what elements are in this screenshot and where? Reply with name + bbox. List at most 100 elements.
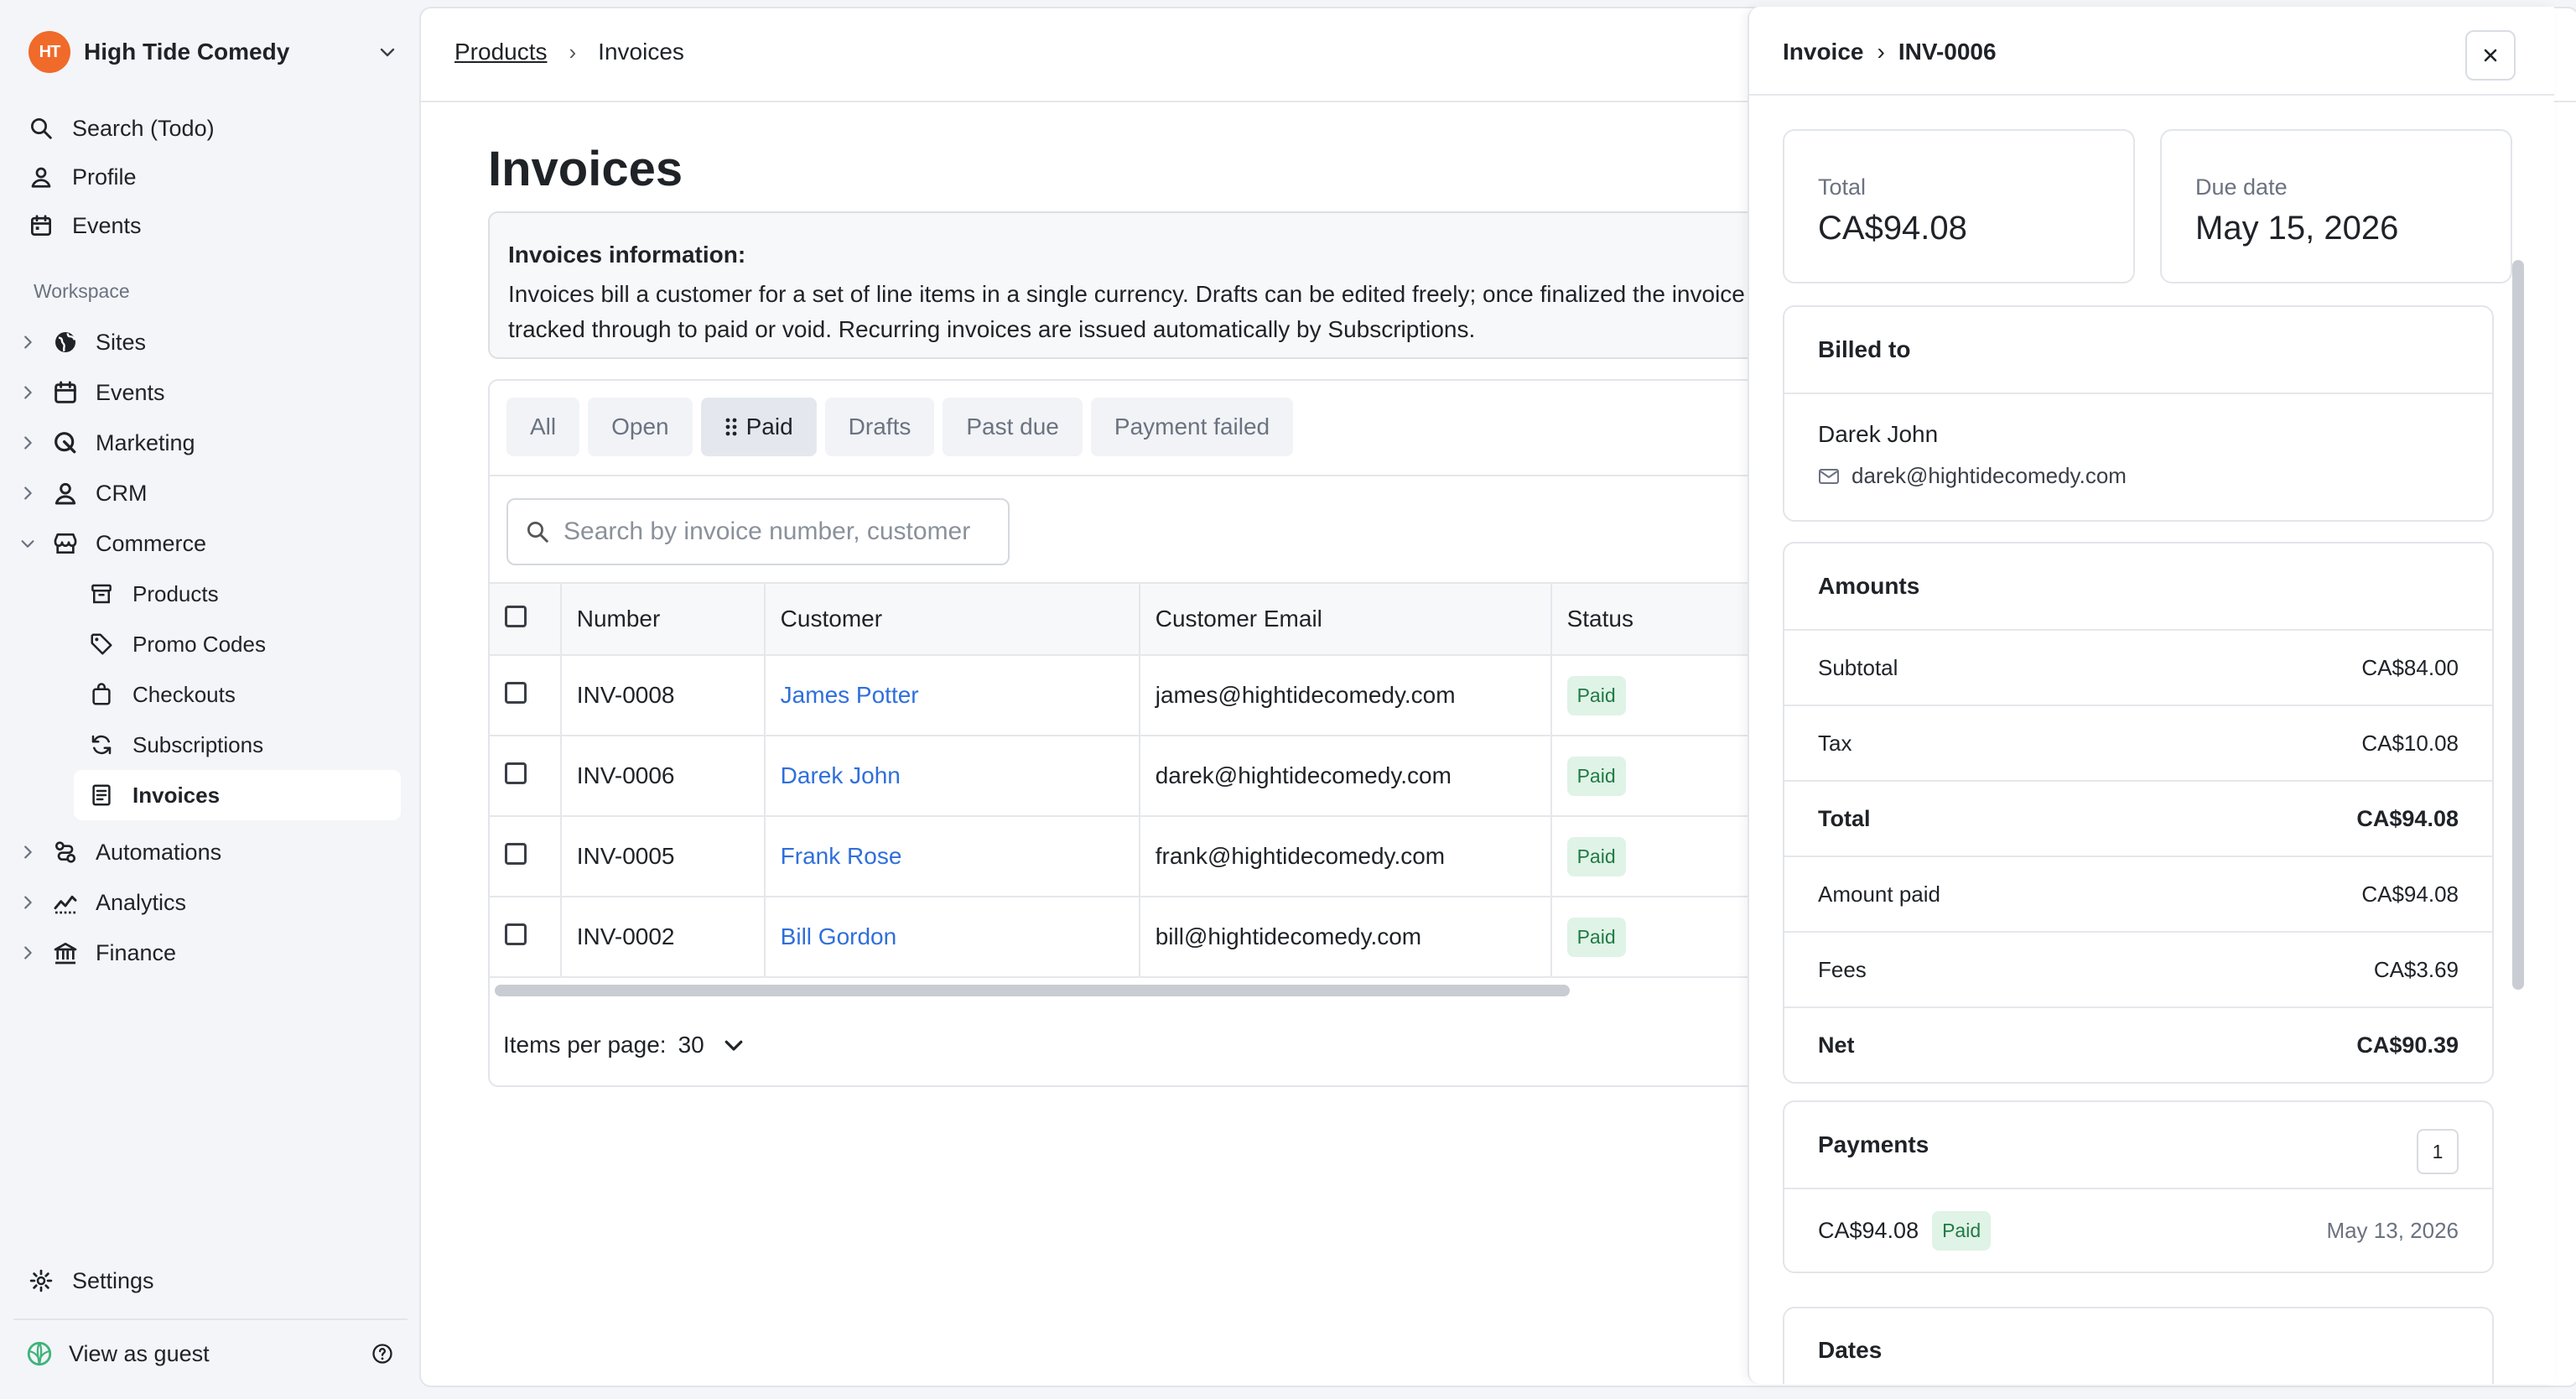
sidebar-item-events[interactable]: Events: [18, 367, 404, 418]
breadcrumb-separator: ›: [569, 39, 577, 65]
payments-count-badge: 1: [2417, 1129, 2459, 1174]
help-icon[interactable]: [371, 1342, 394, 1365]
row-select-cell: [490, 897, 562, 978]
guest-label: View as guest: [69, 1340, 210, 1366]
nav-events[interactable]: Events: [29, 201, 215, 250]
tab-drafts[interactable]: Drafts: [824, 398, 935, 456]
drawer-crumb-parent[interactable]: Invoice: [1783, 39, 1863, 65]
sidebar-item-promo-codes[interactable]: Promo Codes: [18, 619, 404, 669]
billed-email: darek@hightidecomedy.com: [1852, 463, 2127, 488]
col-customer-email[interactable]: Customer Email: [1139, 582, 1552, 656]
kpi-label: Total: [1818, 174, 1867, 200]
amount-row-amount-paid: Amount paid CA$94.08: [1784, 857, 2492, 933]
nav-search[interactable]: Search (Todo): [29, 104, 215, 153]
sidebar-item-crm[interactable]: CRM: [18, 468, 404, 518]
amount-value: CA$94.08: [2356, 805, 2459, 831]
sidebar-item-automations[interactable]: Automations: [18, 827, 404, 877]
due-date-kpi-card: Due date May 15, 2026: [2160, 129, 2512, 283]
items-per-page-control[interactable]: Items per page: 30: [503, 1032, 746, 1058]
table-row[interactable]: INV-0002 Bill Gordon bill@hightidecomedy…: [490, 897, 1831, 978]
cell-customer-link[interactable]: James Potter: [764, 655, 1140, 736]
mail-icon: [1819, 468, 1839, 484]
breadcrumb: Products › Invoices: [454, 39, 684, 65]
sidebar-item-sites[interactable]: Sites: [18, 317, 404, 367]
calendar-icon: [31, 215, 51, 236]
org-logo: HT: [29, 31, 70, 73]
org-switcher[interactable]: HT High Tide Comedy: [29, 29, 397, 75]
sidebar-item-checkouts[interactable]: Checkouts: [18, 669, 404, 720]
nav-profile[interactable]: Profile: [29, 153, 215, 201]
sidebar-item-marketing[interactable]: Marketing: [18, 418, 404, 468]
cell-customer-link[interactable]: Darek John: [764, 736, 1140, 817]
kpi-value: May 15, 2026: [2195, 210, 2399, 247]
chevron-right-icon[interactable]: [18, 893, 37, 912]
cell-email: bill@hightidecomedy.com: [1139, 897, 1552, 978]
breadcrumb-products-link[interactable]: Products: [454, 39, 548, 65]
nav-label: Events: [72, 212, 142, 238]
chevron-down-icon[interactable]: [721, 1032, 746, 1058]
drawer-vertical-scrollbar[interactable]: [2512, 260, 2524, 990]
cell-customer-link[interactable]: Bill Gordon: [764, 897, 1140, 978]
table-row[interactable]: INV-0006 Darek John darek@hightidecomedy…: [490, 736, 1831, 817]
payment-row[interactable]: CA$94.08 Paid May 13, 2026: [1784, 1189, 2492, 1272]
amount-row-subtotal: Subtotal CA$84.00: [1784, 631, 2492, 706]
row-checkbox[interactable]: [505, 681, 527, 704]
sidebar-item-label: Subscriptions: [132, 731, 264, 757]
drawer-header: Invoice › INV-0006: [1749, 7, 2554, 96]
amount-value: CA$3.69: [2373, 956, 2459, 982]
row-select-cell: [490, 655, 562, 736]
filter-divider: [490, 475, 1831, 476]
sidebar-item-label: Checkouts: [132, 681, 236, 707]
megaphone-icon: [55, 432, 76, 454]
payment-amount: CA$94.08: [1818, 1217, 1919, 1243]
col-number[interactable]: Number: [560, 582, 766, 656]
chevron-right-icon[interactable]: [18, 484, 37, 502]
sidebar-item-analytics[interactable]: Analytics: [18, 877, 404, 928]
workspace-section-label: Workspace: [34, 280, 130, 302]
view-as-guest-button[interactable]: View as guest: [25, 1330, 394, 1377]
tab-open[interactable]: Open: [588, 398, 693, 456]
info-callout: Invoices information: Invoices bill a cu…: [488, 211, 1833, 359]
sidebar-item-products[interactable]: Products: [18, 569, 404, 619]
sidebar-item-subscriptions[interactable]: Subscriptions: [18, 720, 404, 770]
chevron-right-icon[interactable]: [18, 434, 37, 452]
row-checkbox[interactable]: [505, 842, 527, 865]
select-all-checkbox[interactable]: [505, 605, 527, 627]
tab-paid[interactable]: Paid: [700, 398, 817, 456]
sidebar-item-settings[interactable]: Settings: [29, 1256, 154, 1305]
sidebar-item-finance[interactable]: Finance: [18, 928, 404, 978]
chevron-right-icon[interactable]: [18, 383, 37, 402]
row-checkbox[interactable]: [505, 762, 527, 784]
sidebar-item-label: Automations: [96, 839, 222, 865]
horizontal-scrollbar[interactable]: [495, 985, 1570, 996]
row-select-cell: [490, 816, 562, 897]
amount-value: CA$94.08: [2361, 881, 2459, 907]
cell-customer-link[interactable]: Frank Rose: [764, 816, 1140, 897]
tab-all[interactable]: All: [506, 398, 580, 456]
sidebar-item-commerce[interactable]: Commerce: [18, 518, 404, 569]
drag-handle-icon: [725, 418, 737, 436]
guest-globe-icon: [27, 1341, 52, 1366]
box-icon: [91, 584, 112, 604]
tab-payment-failed[interactable]: Payment failed: [1090, 398, 1294, 456]
chevron-down-icon[interactable]: [18, 534, 37, 553]
gear-icon: [29, 1269, 53, 1292]
col-customer[interactable]: Customer: [764, 582, 1140, 656]
chevron-right-icon[interactable]: [18, 333, 37, 351]
drawer-breadcrumb: Invoice › INV-0006: [1783, 39, 1997, 65]
close-drawer-button[interactable]: [2465, 30, 2516, 81]
sidebar-item-invoices[interactable]: Invoices: [74, 770, 401, 820]
search-input[interactable]: [562, 517, 1001, 547]
chevron-right-icon[interactable]: [18, 843, 37, 861]
automation-icon: [55, 841, 75, 863]
tab-past-due[interactable]: Past due: [943, 398, 1083, 456]
settings-label: Settings: [72, 1267, 154, 1293]
chevron-right-icon[interactable]: [18, 944, 37, 962]
bag-icon: [92, 683, 111, 705]
info-heading: Invoices information:: [508, 242, 746, 268]
cell-number: INV-0002: [560, 897, 766, 978]
invoice-detail-drawer: Invoice › INV-0006 Total CA$94.08 Due da…: [1748, 7, 2554, 1384]
table-row[interactable]: INV-0005 Frank Rose frank@hightidecomedy…: [490, 816, 1831, 897]
row-checkbox[interactable]: [505, 923, 527, 945]
table-row[interactable]: INV-0008 James Potter james@hightidecome…: [490, 655, 1831, 736]
